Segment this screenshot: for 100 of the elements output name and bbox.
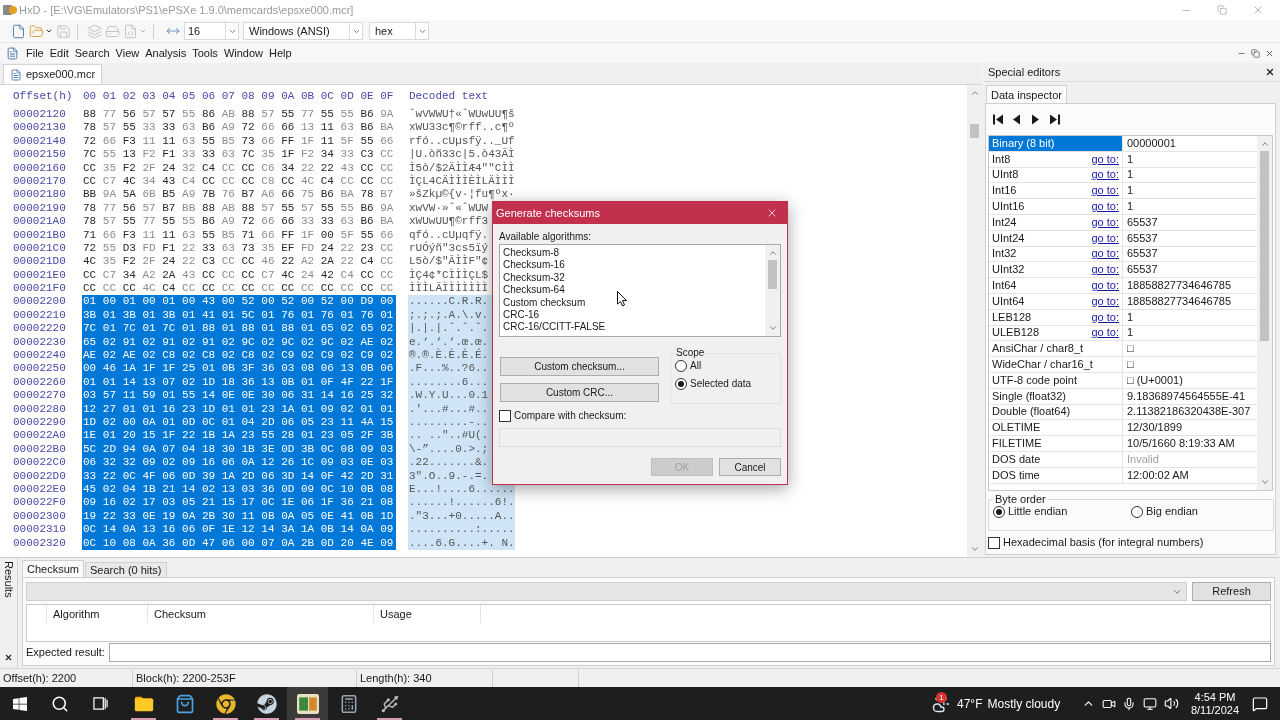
document-icon[interactable] <box>6 46 19 60</box>
radio-label[interactable]: Little endian <box>1008 505 1068 518</box>
radio-button[interactable] <box>675 377 687 390</box>
list-item[interactable]: CRC-16/CCITT-FALSE <box>503 321 606 334</box>
weather-temperature[interactable]: 47°F <box>957 694 983 713</box>
taskbar-app-button[interactable] <box>287 687 328 720</box>
network-icon[interactable] <box>1143 696 1157 711</box>
type-name-cell[interactable]: UInt64 go to: <box>989 293 1123 309</box>
scroll-up-icon[interactable] <box>969 88 980 98</box>
go-to-link[interactable]: go to: <box>1091 231 1119 245</box>
type-name-cell[interactable]: Int8 go to: <box>989 151 1123 167</box>
radio-button[interactable] <box>1131 505 1143 518</box>
new-file-icon[interactable] <box>11 23 26 39</box>
scrollbar-thumb[interactable] <box>768 260 777 289</box>
checkbox[interactable] <box>499 409 511 422</box>
menu-item[interactable]: View <box>112 46 143 60</box>
menu-item[interactable]: Analysis <box>142 46 190 60</box>
close-icon[interactable] <box>4 653 13 662</box>
results-tab[interactable]: Checksum <box>22 560 84 577</box>
type-name-cell[interactable]: DOS date <box>989 451 1123 467</box>
go-to-link[interactable]: go to: <box>1091 263 1119 277</box>
notifications-icon[interactable] <box>1252 695 1268 712</box>
list-item[interactable]: Checksum-32 <box>503 271 565 285</box>
radio-button[interactable] <box>675 359 687 372</box>
go-to-link[interactable]: go to: <box>1091 326 1119 340</box>
go-to-link[interactable]: go to: <box>1091 200 1119 214</box>
document-tab[interactable]: epsxe000.mcr <box>3 64 103 84</box>
radio-label[interactable]: Selected data <box>690 377 752 390</box>
type-name-cell[interactable]: UInt8 go to: <box>989 167 1123 183</box>
results-tab[interactable]: Search (0 hits) <box>84 562 167 577</box>
menu-item[interactable]: Edit <box>46 46 72 60</box>
type-name-cell[interactable]: LEB128 go to: <box>989 309 1123 325</box>
scroll-up-icon[interactable] <box>767 248 778 258</box>
type-name-cell[interactable]: DOS time <box>989 467 1123 483</box>
column-header[interactable]: Algorithm <box>53 605 100 623</box>
scrollbar-thumb[interactable] <box>970 124 979 138</box>
type-name-cell[interactable]: UInt32 go to: <box>989 262 1123 278</box>
encoding-combo[interactable]: Windows (ANSI) <box>243 22 363 40</box>
column-header[interactable]: Checksum <box>154 605 206 623</box>
menu-item[interactable]: Search <box>71 46 113 60</box>
type-name-cell[interactable]: Int24 go to: <box>989 215 1123 230</box>
type-name-cell[interactable]: OLETIME <box>989 420 1123 436</box>
type-name-cell[interactable]: UInt16 go to: <box>989 199 1123 214</box>
next-icon[interactable] <box>1031 113 1041 125</box>
radio-button[interactable] <box>993 505 1005 518</box>
type-name-cell[interactable]: Int16 go to: <box>989 183 1123 199</box>
menu-item[interactable]: Help <box>266 46 295 60</box>
list-item[interactable]: Custom checksum <box>503 296 586 309</box>
close-icon[interactable] <box>1265 67 1275 77</box>
type-name-cell[interactable]: Single (float32) <box>989 388 1123 404</box>
type-name-cell[interactable]: UInt24 go to: <box>989 230 1123 246</box>
type-name-cell[interactable]: ULEB128 go to: <box>989 325 1123 341</box>
scrollbar-thumb[interactable] <box>1260 151 1269 341</box>
type-name-cell[interactable]: WideChar / char16_t <box>989 357 1123 372</box>
menu-item[interactable]: File <box>23 46 47 60</box>
type-name-cell[interactable]: FILETIME <box>989 436 1123 451</box>
type-name-cell[interactable]: Int32 go to: <box>989 246 1123 262</box>
menu-item[interactable]: Window <box>220 46 266 60</box>
scroll-down-icon[interactable] <box>969 544 980 554</box>
checkbox[interactable] <box>988 536 1000 549</box>
data-inspector-tab[interactable]: Data inspector <box>986 85 1067 103</box>
checkbox-label[interactable]: Compare with checksum: <box>514 409 627 422</box>
clock[interactable]: 4:54 PM 8/11/2024 <box>1188 690 1242 717</box>
list-scrollbar[interactable] <box>765 245 780 336</box>
checkbox-label[interactable]: Hexadecimal basis (for integral numbers) <box>1003 536 1204 549</box>
type-name-cell[interactable]: Binary (8 bit) <box>989 136 1123 151</box>
go-to-link[interactable]: go to: <box>1091 168 1119 182</box>
offset-base-combo[interactable]: hex <box>369 22 429 40</box>
custom-crc-button[interactable]: Custom CRC... <box>500 383 659 402</box>
list-item[interactable]: Checksum-16 <box>503 259 565 272</box>
skip-to-end-icon[interactable] <box>1050 113 1060 125</box>
go-to-link[interactable]: go to: <box>1091 247 1119 261</box>
list-item[interactable]: CRC-16 <box>503 308 540 322</box>
type-name-cell[interactable]: AnsiChar / char8_t <box>989 341 1123 357</box>
weather-condition[interactable]: Mostly cloudy <box>987 694 1061 713</box>
type-name-cell[interactable]: UTF-8 code point <box>989 372 1123 388</box>
bytes-per-row-combo[interactable]: 16 <box>184 22 239 40</box>
expected-result-field[interactable] <box>108 643 1271 662</box>
previous-icon[interactable] <box>1012 113 1022 125</box>
go-to-link[interactable]: go to: <box>1091 279 1119 293</box>
refresh-button[interactable]: Refresh <box>1192 582 1271 601</box>
radio-label[interactable]: All <box>690 359 702 372</box>
go-to-link[interactable]: go to: <box>1091 215 1119 229</box>
go-to-link[interactable]: go to: <box>1091 152 1119 166</box>
custom-checksum-button[interactable]: Custom checksum... <box>500 357 659 376</box>
skip-to-start-icon[interactable] <box>993 113 1003 125</box>
go-to-link[interactable]: go to: <box>1091 184 1119 198</box>
go-to-link[interactable]: go to: <box>1091 310 1119 324</box>
vertical-scrollbar[interactable] <box>1257 136 1272 490</box>
vertical-scrollbar[interactable] <box>967 85 982 557</box>
menu-item[interactable]: Tools <box>189 46 221 60</box>
type-name-cell[interactable]: Double (float64) <box>989 404 1123 420</box>
go-to-link[interactable]: go to: <box>1091 294 1119 308</box>
results-label[interactable]: Results <box>2 561 15 598</box>
scroll-up-icon[interactable] <box>1259 139 1270 149</box>
type-name-cell[interactable]: Int64 go to: <box>989 278 1123 293</box>
scroll-down-icon[interactable] <box>767 323 778 333</box>
microphone-icon[interactable] <box>1122 696 1136 711</box>
volume-icon[interactable] <box>1164 696 1179 711</box>
column-header[interactable]: Usage <box>380 605 412 623</box>
